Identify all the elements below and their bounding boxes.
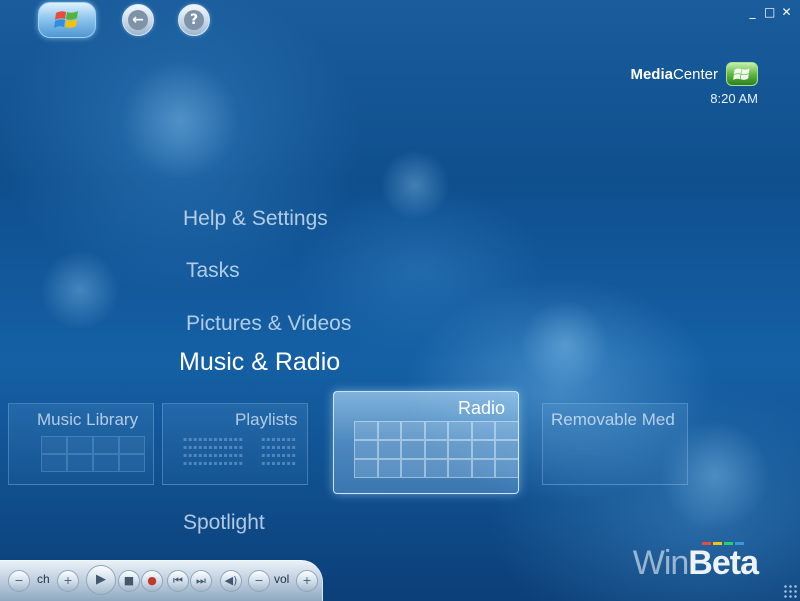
background-bokeh bbox=[520, 300, 610, 390]
tile-removable-media[interactable]: Removable Med bbox=[542, 403, 688, 485]
watermark-part-1: Win bbox=[632, 544, 690, 582]
tile-playlists[interactable]: Playlists ▪▪▪▪▪▪▪▪▪▪▪▪ ▪▪▪▪▪▪▪ ▪▪▪▪▪▪▪▪▪▪… bbox=[162, 403, 308, 485]
background-bokeh bbox=[120, 60, 240, 180]
windows-flag-icon bbox=[733, 67, 750, 80]
back-button[interactable]: ← bbox=[122, 4, 154, 36]
volume-down-button[interactable]: − bbox=[248, 570, 270, 592]
transport-controls: − ch + ▶ ■ ● ⏮ ⏭ ◀) − vol + bbox=[0, 560, 323, 601]
tile-label: Music Library bbox=[37, 410, 139, 429]
minimize-button[interactable]: _ bbox=[747, 6, 758, 18]
resize-grip-icon[interactable] bbox=[783, 584, 797, 598]
windows-logo-icon bbox=[54, 11, 78, 28]
tile-label: Removable Med bbox=[551, 410, 675, 429]
brand-name-rest: Center bbox=[672, 65, 718, 83]
menu-item-help-settings[interactable]: Help & Settings bbox=[183, 207, 328, 231]
watermark-part-2: Beta bbox=[688, 544, 759, 582]
media-center-logo-icon bbox=[726, 62, 758, 86]
record-button[interactable]: ● bbox=[141, 570, 163, 592]
channel-down-button[interactable]: − bbox=[8, 570, 30, 592]
question-mark-icon: ? bbox=[184, 10, 204, 30]
tile-label: Playlists bbox=[235, 410, 298, 429]
play-button[interactable]: ▶ bbox=[86, 565, 116, 595]
tile-thumbnail-grid bbox=[354, 421, 519, 478]
brand: MediaCenter bbox=[630, 62, 758, 86]
stop-button[interactable]: ■ bbox=[118, 570, 140, 592]
close-button[interactable]: ✕ bbox=[781, 6, 792, 18]
menu-item-tasks[interactable]: Tasks bbox=[186, 259, 240, 283]
mute-button[interactable]: ◀) bbox=[220, 570, 242, 592]
background-bokeh bbox=[380, 150, 450, 220]
tile-label: Radio bbox=[458, 398, 506, 418]
previous-button[interactable]: ⏮ bbox=[167, 570, 189, 592]
tile-music-library[interactable]: Music Library bbox=[8, 403, 154, 485]
background-bokeh bbox=[40, 250, 120, 330]
playlist-placeholder-lines: ▪▪▪▪▪▪▪▪▪▪▪▪ ▪▪▪▪▪▪▪ ▪▪▪▪▪▪▪▪▪▪▪▪ ▪▪▪▪▪▪▪… bbox=[183, 436, 297, 467]
watermark: WinBeta bbox=[632, 544, 759, 583]
clock: 8:20 AM bbox=[710, 91, 758, 106]
brand-name-bold: Media bbox=[630, 65, 673, 83]
menu-item-music-radio[interactable]: Music & Radio bbox=[179, 348, 340, 377]
media-center-window: _ □ ✕ ← ? MediaCenter 8:20 AM Help & Set… bbox=[0, 0, 800, 601]
back-arrow-icon: ← bbox=[128, 10, 148, 30]
help-button[interactable]: ? bbox=[178, 4, 210, 36]
start-button[interactable] bbox=[38, 2, 96, 38]
next-button[interactable]: ⏭ bbox=[190, 570, 212, 592]
menu-item-spotlight[interactable]: Spotlight bbox=[183, 511, 265, 535]
volume-label: vol bbox=[274, 572, 290, 586]
tile-radio[interactable]: Radio bbox=[333, 391, 519, 494]
tile-thumbnail-grid bbox=[41, 436, 145, 472]
brand-name: MediaCenter bbox=[630, 66, 718, 83]
window-controls: _ □ ✕ bbox=[747, 6, 792, 18]
menu-item-pictures-videos[interactable]: Pictures & Videos bbox=[186, 312, 351, 336]
channel-up-button[interactable]: + bbox=[57, 570, 79, 592]
maximize-button[interactable]: □ bbox=[764, 6, 775, 18]
volume-up-button[interactable]: + bbox=[296, 570, 318, 592]
channel-label: ch bbox=[37, 572, 50, 586]
